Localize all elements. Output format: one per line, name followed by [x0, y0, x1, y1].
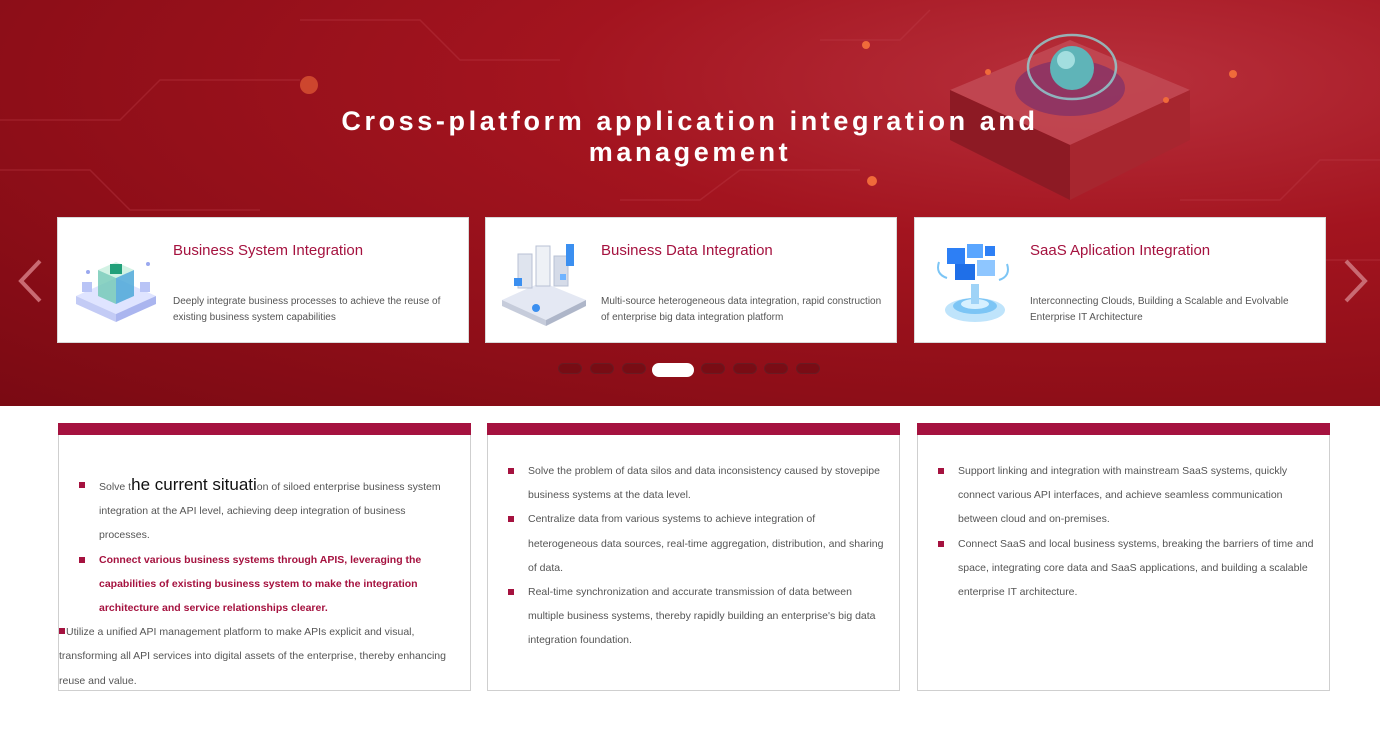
card-business-data-integration[interactable]: Business Data Integration Multi-source h… — [485, 217, 897, 343]
bullet-square-icon — [508, 468, 514, 474]
panel-saas-integration: Support linking and integration with mai… — [917, 423, 1330, 691]
card-description: Interconnecting Clouds, Building a Scala… — [1030, 296, 1289, 323]
list-item-text: Centralize data from various systems to … — [528, 513, 884, 574]
list-item-text: Solve the problem of data silos and data… — [528, 465, 880, 502]
card-title: SaaS Aplication Integration — [1030, 242, 1211, 259]
card-business-system-integration[interactable]: Business System Integration Deeply integ… — [57, 217, 469, 343]
list-item: Centralize data from various systems to … — [508, 507, 885, 580]
panel-body: Solve the problem of data silos and data… — [508, 459, 885, 653]
panel-business-data: Solve the problem of data silos and data… — [487, 423, 900, 691]
panel-body: Solve the current situation of siloed en… — [59, 473, 456, 693]
bullet-square-icon — [938, 468, 944, 474]
card-title: Business System Integration — [173, 242, 364, 259]
list-item-text: Real-time synchronization and accurate t… — [528, 586, 876, 647]
list-item-text: Utilize a unified API management platfor… — [59, 626, 446, 687]
pagination-dot[interactable] — [701, 363, 725, 374]
card-description: Multi-source heterogeneous data integrat… — [601, 296, 882, 323]
bullet-square-icon — [79, 482, 85, 488]
list-item: Support linking and integration with mai… — [938, 459, 1315, 532]
cloud-platform-icon — [937, 244, 1009, 322]
panel-body: Support linking and integration with mai… — [938, 459, 1315, 604]
chevron-left-icon[interactable] — [16, 258, 46, 304]
bullet-square-icon — [79, 556, 85, 563]
card-title: Business Data Integration — [601, 242, 773, 259]
card-saas-application-integration[interactable]: SaaS Aplication Integration Interconnect… — [914, 217, 1326, 343]
panel-accent-bar — [58, 423, 471, 435]
list-item-text-start: Solve t — [99, 481, 132, 493]
pagination-dot[interactable] — [558, 363, 582, 374]
list-item: Connect SaaS and local business systems,… — [938, 532, 1315, 605]
list-item-highlighted: Connect various business systems through… — [79, 548, 456, 621]
list-item: Utilize a unified API management platfor… — [59, 620, 456, 693]
panel-business-system: Solve the current situation of siloed en… — [58, 423, 471, 691]
bullet-square-icon — [508, 589, 514, 596]
card-description: Deeply integrate business processes to a… — [173, 296, 441, 323]
hero-background-art — [0, 9, 1380, 301]
hero-title: Cross-platform application integration a… — [341, 106, 1039, 167]
panel-accent-bar — [917, 423, 1330, 435]
list-item-text: Connect SaaS and local business systems,… — [958, 537, 1314, 599]
pagination-dot[interactable] — [796, 363, 820, 374]
pagination-dot[interactable] — [733, 363, 757, 374]
overlay-text: he current situati — [131, 475, 257, 494]
bullet-square-icon — [938, 540, 944, 547]
bullet-square-icon — [59, 628, 65, 635]
pagination-dot[interactable] — [764, 363, 788, 374]
pagination-dot[interactable] — [590, 363, 614, 374]
hero-banner: Cross-platform application integration a… — [0, 0, 1380, 406]
cube-stack-icon — [76, 262, 156, 322]
data-blocks-icon — [502, 244, 586, 326]
list-item-text: Connect various business systems through… — [99, 553, 422, 615]
pagination-dot[interactable] — [622, 363, 646, 374]
bullet-square-icon — [508, 516, 514, 523]
pagination-dot-active[interactable] — [652, 363, 694, 377]
panel-accent-bar — [487, 423, 900, 435]
list-item: Solve the problem of data silos and data… — [508, 459, 885, 507]
list-item: Solve the current situation of siloed en… — [79, 473, 456, 548]
chevron-right-icon[interactable] — [1340, 258, 1370, 304]
list-item: Real-time synchronization and accurate t… — [508, 580, 885, 653]
list-item-text: Support linking and integration with mai… — [958, 465, 1288, 526]
